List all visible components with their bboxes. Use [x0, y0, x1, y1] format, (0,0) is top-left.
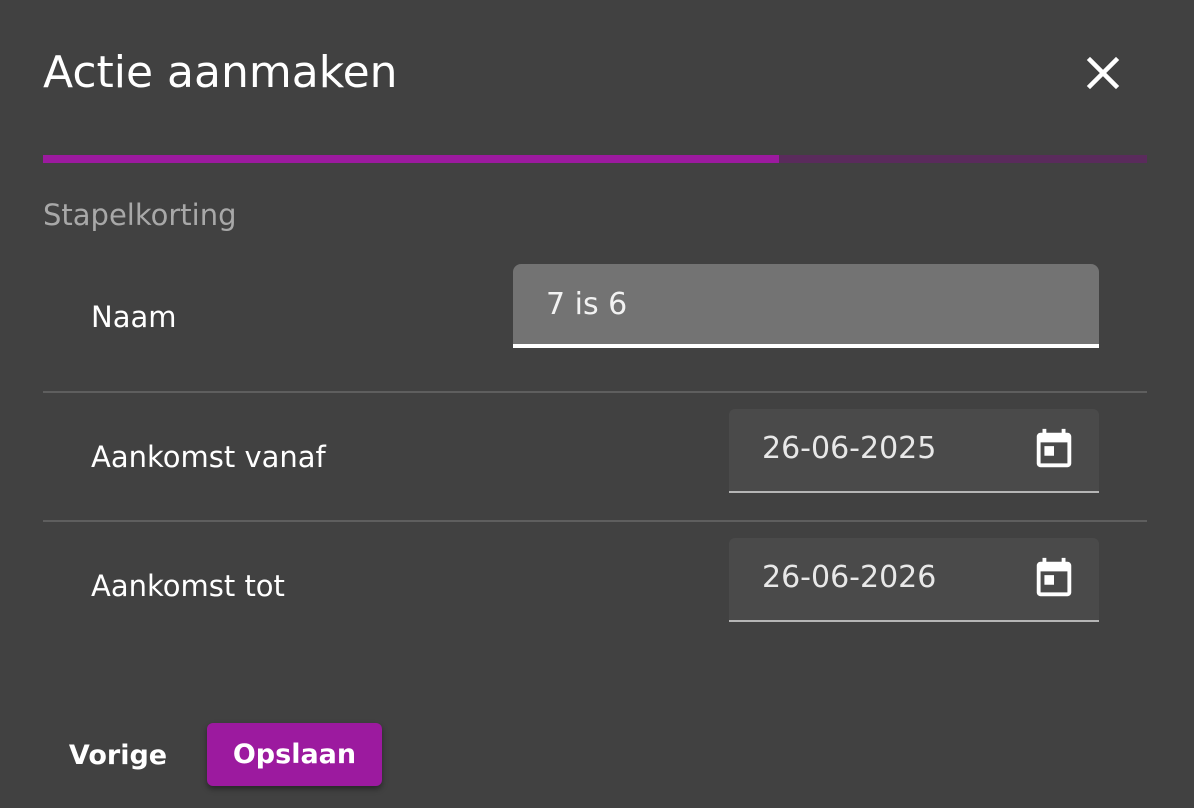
progress-bar — [43, 155, 1147, 163]
step-subtitle: Stapelkorting — [43, 198, 237, 232]
aankomst-tot-label: Aankomst tot — [91, 569, 285, 603]
divider — [43, 520, 1147, 522]
aankomst-tot-value: 26-06-2026 — [762, 560, 937, 595]
aankomst-vanaf-label: Aankomst vanaf — [91, 440, 326, 474]
calendar-icon[interactable] — [1031, 556, 1077, 602]
dialog-title: Actie aanmaken — [43, 47, 398, 98]
close-icon — [1086, 56, 1120, 90]
aankomst-tot-field[interactable]: 26-06-2026 — [729, 538, 1099, 622]
aankomst-vanaf-value: 26-06-2025 — [762, 431, 937, 466]
naam-input[interactable] — [546, 282, 1066, 326]
naam-label: Naam — [91, 300, 177, 334]
save-button[interactable]: Opslaan — [207, 723, 382, 786]
calendar-icon[interactable] — [1031, 427, 1077, 473]
naam-field[interactable] — [513, 264, 1099, 348]
divider — [43, 391, 1147, 393]
previous-button[interactable]: Vorige — [60, 724, 176, 786]
create-action-dialog: Actie aanmaken Stapelkorting Naam Aankom… — [0, 0, 1194, 808]
progress-bar-fill — [43, 155, 780, 163]
aankomst-vanaf-field[interactable]: 26-06-2025 — [729, 409, 1099, 493]
close-button[interactable] — [1078, 48, 1128, 98]
